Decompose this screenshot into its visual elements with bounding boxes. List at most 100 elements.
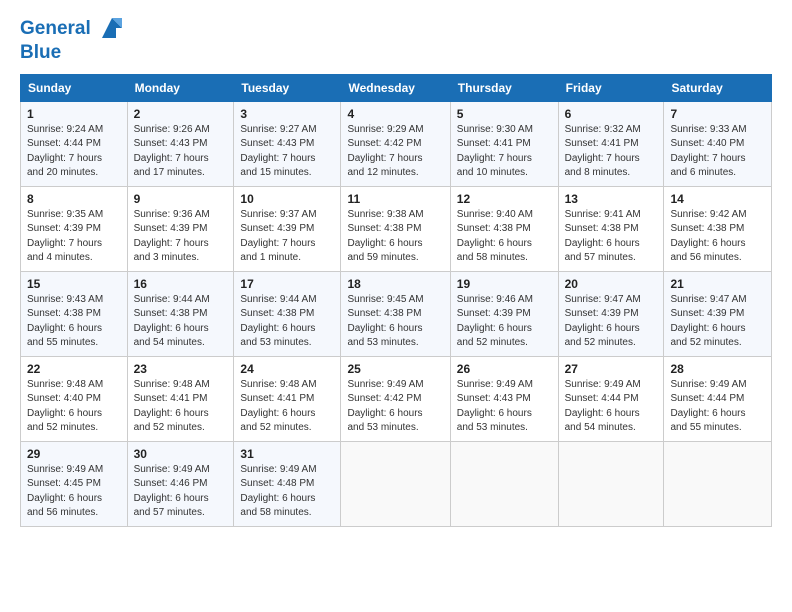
day-number: 11 <box>347 192 443 206</box>
day-number: 5 <box>457 107 552 121</box>
logo-icon <box>98 14 126 42</box>
day-number: 19 <box>457 277 552 291</box>
day-number: 3 <box>240 107 334 121</box>
day-number: 12 <box>457 192 552 206</box>
day-cell: 15 Sunrise: 9:43 AMSunset: 4:38 PMDayligh… <box>21 271 128 356</box>
day-number: 26 <box>457 362 552 376</box>
day-number: 28 <box>670 362 765 376</box>
day-cell: 21 Sunrise: 9:47 AMSunset: 4:39 PMDayligh… <box>664 271 772 356</box>
day-info: Sunrise: 9:43 AMSunset: 4:38 PMDaylight:… <box>27 293 121 351</box>
day-number: 8 <box>27 192 121 206</box>
day-number: 2 <box>134 107 228 121</box>
day-cell: 2 Sunrise: 9:26 AMSunset: 4:43 PMDaylight… <box>127 101 234 186</box>
day-number: 27 <box>565 362 658 376</box>
day-cell: 5 Sunrise: 9:30 AMSunset: 4:41 PMDaylight… <box>450 101 558 186</box>
day-cell: 13 Sunrise: 9:41 AMSunset: 4:38 PMDayligh… <box>558 186 664 271</box>
day-info: Sunrise: 9:49 AMSunset: 4:44 PMDaylight:… <box>565 378 658 436</box>
header: General Blue <box>20 16 772 64</box>
day-number: 18 <box>347 277 443 291</box>
logo: General Blue <box>20 16 126 64</box>
weekday-thursday: Thursday <box>450 74 558 101</box>
day-info: Sunrise: 9:27 AMSunset: 4:43 PMDaylight:… <box>240 123 334 181</box>
day-info: Sunrise: 9:42 AMSunset: 4:38 PMDaylight:… <box>670 208 765 266</box>
weekday-tuesday: Tuesday <box>234 74 341 101</box>
day-cell: 24Sunrise: 9:48 AMSunset: 4:41 PMDayligh… <box>234 356 341 441</box>
day-cell: 14 Sunrise: 9:42 AMSunset: 4:38 PMDayligh… <box>664 186 772 271</box>
day-cell: 20Sunrise: 9:47 AMSunset: 4:39 PMDayligh… <box>558 271 664 356</box>
weekday-sunday: Sunday <box>21 74 128 101</box>
weekday-header-row: SundayMondayTuesdayWednesdayThursdayFrid… <box>21 74 772 101</box>
week-row-5: 29Sunrise: 9:49 AMSunset: 4:45 PMDayligh… <box>21 441 772 526</box>
day-info: Sunrise: 9:37 AMSunset: 4:39 PMDaylight:… <box>240 208 334 266</box>
day-cell: 7 Sunrise: 9:33 AMSunset: 4:40 PMDaylight… <box>664 101 772 186</box>
day-info: Sunrise: 9:24 AMSunset: 4:44 PMDaylight:… <box>27 123 121 181</box>
day-number: 17 <box>240 277 334 291</box>
day-info: Sunrise: 9:49 AMSunset: 4:44 PMDaylight:… <box>670 378 765 436</box>
day-info: Sunrise: 9:33 AMSunset: 4:40 PMDaylight:… <box>670 123 765 181</box>
weekday-wednesday: Wednesday <box>341 74 450 101</box>
day-number: 31 <box>240 447 334 461</box>
day-info: Sunrise: 9:44 AMSunset: 4:38 PMDaylight:… <box>134 293 228 351</box>
day-cell <box>664 441 772 526</box>
day-info: Sunrise: 9:47 AMSunset: 4:39 PMDaylight:… <box>670 293 765 351</box>
day-number: 14 <box>670 192 765 206</box>
day-number: 29 <box>27 447 121 461</box>
day-cell: 4Sunrise: 9:29 AMSunset: 4:42 PMDaylight… <box>341 101 450 186</box>
week-row-1: 1 Sunrise: 9:24 AMSunset: 4:44 PMDaylight… <box>21 101 772 186</box>
page: General Blue SundayMondayTuesdayWednesda… <box>0 0 792 612</box>
day-cell: 29Sunrise: 9:49 AMSunset: 4:45 PMDayligh… <box>21 441 128 526</box>
day-number: 24 <box>240 362 334 376</box>
day-number: 16 <box>134 277 228 291</box>
day-info: Sunrise: 9:46 AMSunset: 4:39 PMDaylight:… <box>457 293 552 351</box>
day-info: Sunrise: 9:32 AMSunset: 4:41 PMDaylight:… <box>565 123 658 181</box>
week-row-2: 8 Sunrise: 9:35 AMSunset: 4:39 PMDaylight… <box>21 186 772 271</box>
day-info: Sunrise: 9:36 AMSunset: 4:39 PMDaylight:… <box>134 208 228 266</box>
day-cell: 18Sunrise: 9:45 AMSunset: 4:38 PMDayligh… <box>341 271 450 356</box>
day-number: 15 <box>27 277 121 291</box>
day-number: 1 <box>27 107 121 121</box>
day-info: Sunrise: 9:35 AMSunset: 4:39 PMDaylight:… <box>27 208 121 266</box>
day-cell: 28 Sunrise: 9:49 AMSunset: 4:44 PMDayligh… <box>664 356 772 441</box>
day-number: 7 <box>670 107 765 121</box>
day-cell: 12Sunrise: 9:40 AMSunset: 4:38 PMDayligh… <box>450 186 558 271</box>
day-number: 21 <box>670 277 765 291</box>
day-cell: 1 Sunrise: 9:24 AMSunset: 4:44 PMDaylight… <box>21 101 128 186</box>
day-cell: 27 Sunrise: 9:49 AMSunset: 4:44 PMDayligh… <box>558 356 664 441</box>
day-cell: 23Sunrise: 9:48 AMSunset: 4:41 PMDayligh… <box>127 356 234 441</box>
day-number: 4 <box>347 107 443 121</box>
day-number: 30 <box>134 447 228 461</box>
day-cell: 31 Sunrise: 9:49 AMSunset: 4:48 PMDayligh… <box>234 441 341 526</box>
day-cell: 16 Sunrise: 9:44 AMSunset: 4:38 PMDayligh… <box>127 271 234 356</box>
weekday-monday: Monday <box>127 74 234 101</box>
day-info: Sunrise: 9:47 AMSunset: 4:39 PMDaylight:… <box>565 293 658 351</box>
day-info: Sunrise: 9:49 AMSunset: 4:46 PMDaylight:… <box>134 463 228 521</box>
weekday-saturday: Saturday <box>664 74 772 101</box>
day-info: Sunrise: 9:41 AMSunset: 4:38 PMDaylight:… <box>565 208 658 266</box>
day-cell: 6 Sunrise: 9:32 AMSunset: 4:41 PMDaylight… <box>558 101 664 186</box>
day-cell: 25Sunrise: 9:49 AMSunset: 4:42 PMDayligh… <box>341 356 450 441</box>
day-info: Sunrise: 9:49 AMSunset: 4:43 PMDaylight:… <box>457 378 552 436</box>
day-cell: 26 Sunrise: 9:49 AMSunset: 4:43 PMDayligh… <box>450 356 558 441</box>
day-info: Sunrise: 9:38 AMSunset: 4:38 PMDaylight:… <box>347 208 443 266</box>
day-cell <box>450 441 558 526</box>
day-cell: 19 Sunrise: 9:46 AMSunset: 4:39 PMDayligh… <box>450 271 558 356</box>
day-number: 22 <box>27 362 121 376</box>
week-row-3: 15 Sunrise: 9:43 AMSunset: 4:38 PMDayligh… <box>21 271 772 356</box>
day-info: Sunrise: 9:49 AMSunset: 4:48 PMDaylight:… <box>240 463 334 521</box>
day-info: Sunrise: 9:30 AMSunset: 4:41 PMDaylight:… <box>457 123 552 181</box>
logo-blue: Blue <box>20 42 126 64</box>
day-number: 13 <box>565 192 658 206</box>
day-number: 6 <box>565 107 658 121</box>
day-cell: 30 Sunrise: 9:49 AMSunset: 4:46 PMDayligh… <box>127 441 234 526</box>
logo-general: General <box>20 18 91 39</box>
weekday-friday: Friday <box>558 74 664 101</box>
day-number: 10 <box>240 192 334 206</box>
day-info: Sunrise: 9:49 AMSunset: 4:42 PMDaylight:… <box>347 378 443 436</box>
day-number: 9 <box>134 192 228 206</box>
day-info: Sunrise: 9:26 AMSunset: 4:43 PMDaylight:… <box>134 123 228 181</box>
day-cell: 17Sunrise: 9:44 AMSunset: 4:38 PMDayligh… <box>234 271 341 356</box>
day-cell <box>341 441 450 526</box>
day-info: Sunrise: 9:48 AMSunset: 4:41 PMDaylight:… <box>134 378 228 436</box>
day-cell: 8 Sunrise: 9:35 AMSunset: 4:39 PMDaylight… <box>21 186 128 271</box>
calendar-table: SundayMondayTuesdayWednesdayThursdayFrid… <box>20 74 772 527</box>
